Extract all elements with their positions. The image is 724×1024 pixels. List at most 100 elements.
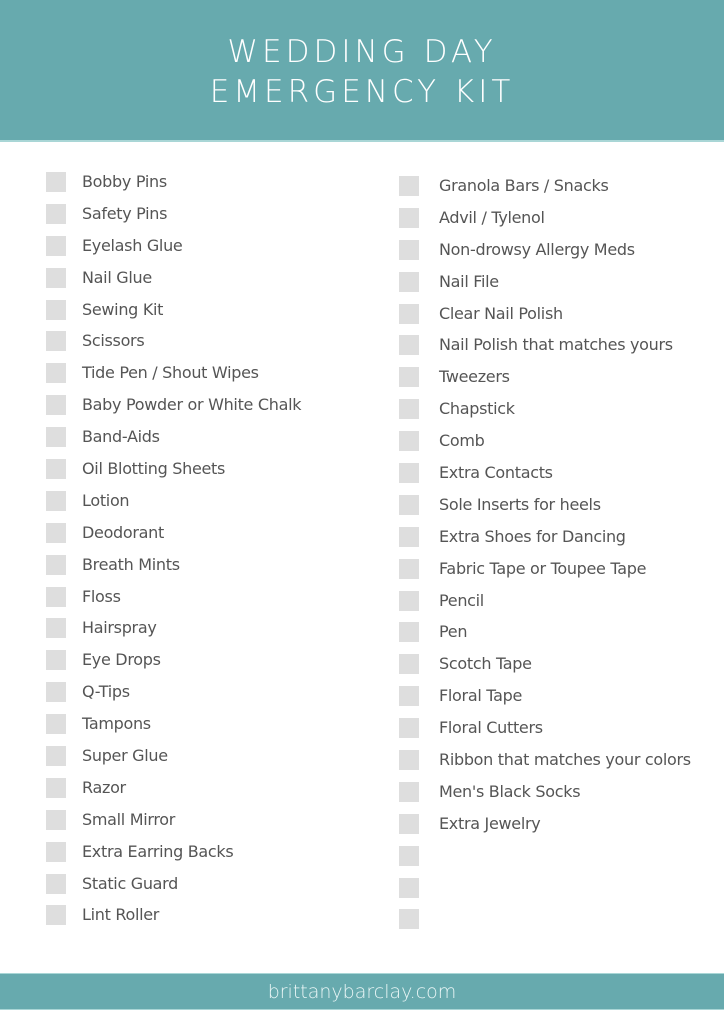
checkbox[interactable] <box>399 494 419 515</box>
checkbox[interactable] <box>46 714 66 735</box>
checkbox[interactable] <box>46 235 66 256</box>
checklist-item: Lint Roller <box>46 899 159 931</box>
checkbox[interactable] <box>399 399 419 420</box>
checklist-item: Advil / Tylenol <box>399 202 545 234</box>
checkbox[interactable] <box>46 427 66 448</box>
checklist-item: Deodorant <box>46 517 164 549</box>
checkbox[interactable] <box>46 395 66 416</box>
checklist-item: Baby Powder or White Chalk <box>46 389 302 421</box>
checkbox[interactable] <box>399 526 419 547</box>
checklist-item-label: Extra Earring Backs <box>82 841 234 861</box>
checklist-item: Eye Drops <box>46 644 161 676</box>
checklist-item-label: Men's Black Socks <box>439 781 581 801</box>
checkbox[interactable] <box>399 813 419 834</box>
checkbox[interactable] <box>399 622 419 643</box>
checkbox[interactable] <box>399 686 419 707</box>
checklist-item-label: Oil Blotting Sheets <box>82 459 226 479</box>
checklist-item-label: Floral Tape <box>439 686 522 706</box>
checkbox[interactable] <box>46 777 66 798</box>
checklist-item: Chapstick <box>399 393 515 425</box>
checklist-item: Clear Nail Polish <box>399 298 563 330</box>
checkbox[interactable] <box>46 267 66 288</box>
checkbox[interactable] <box>399 877 419 898</box>
checkbox[interactable] <box>46 745 66 766</box>
checkbox[interactable] <box>46 203 66 224</box>
checkbox[interactable] <box>399 718 419 739</box>
checkbox[interactable] <box>399 909 419 930</box>
checkbox[interactable] <box>46 905 66 926</box>
checklist-item-label: Nail File <box>439 271 499 291</box>
checklist-item-label: Eye Drops <box>82 650 161 670</box>
checkbox[interactable] <box>399 654 419 675</box>
checklist-item: Small Mirror <box>46 804 175 836</box>
right-checklist: Granola Bars / Snacks Advil / Tylenol Non-… <box>399 170 691 935</box>
checkbox[interactable] <box>46 171 66 192</box>
checklist-item <box>399 840 419 872</box>
checklist-item: Nail File <box>399 266 499 298</box>
checkbox[interactable] <box>46 586 66 607</box>
checklist-item-label: Bobby Pins <box>82 172 167 192</box>
checklist-item <box>399 872 419 904</box>
checklist-item-label: Pencil <box>439 590 484 610</box>
checkbox[interactable] <box>399 558 419 579</box>
checklist-item-label: Pen <box>439 622 468 642</box>
checklist-item-label: Lotion <box>82 490 130 510</box>
checklist-item-label: Tide Pen / Shout Wipes <box>82 363 259 383</box>
checklist-item-label: Non-drowsy Allergy Meds <box>439 239 635 259</box>
checklist-item-label: Deodorant <box>82 522 164 542</box>
title-line-2: EMERGENCY KIT <box>209 74 515 110</box>
checkbox[interactable] <box>399 207 419 228</box>
checkbox[interactable] <box>399 462 419 483</box>
checklist-item-label: Clear Nail Polish <box>439 303 563 323</box>
checkbox[interactable] <box>46 682 66 703</box>
checklist-item-label: Advil / Tylenol <box>439 207 545 227</box>
checklist-item: Scissors <box>46 325 145 357</box>
checkbox[interactable] <box>399 239 419 260</box>
checklist-item-label: Sewing Kit <box>82 299 164 319</box>
checklist-item-label: Extra Shoes for Dancing <box>439 526 626 546</box>
checklist-item: Q-Tips <box>46 676 130 708</box>
checkbox[interactable] <box>46 650 66 671</box>
checkbox[interactable] <box>46 554 66 575</box>
checkbox[interactable] <box>46 809 66 830</box>
checklist-item-label: Static Guard <box>82 873 179 893</box>
checklist-item: Extra Contacts <box>399 457 553 489</box>
checklist-item: Super Glue <box>46 740 168 772</box>
checklist-item: Band-Aids <box>46 421 160 453</box>
header-banner: WEDDING DAY EMERGENCY KIT <box>0 0 724 142</box>
checklist-item-label: Scissors <box>82 331 145 351</box>
checkbox[interactable] <box>46 458 66 479</box>
checklist-item: Razor <box>46 772 126 804</box>
checklist-item-label: Small Mirror <box>82 809 176 829</box>
checkbox[interactable] <box>46 363 66 384</box>
checkbox[interactable] <box>46 522 66 543</box>
checkbox[interactable] <box>46 490 66 511</box>
checkbox[interactable] <box>399 367 419 388</box>
website-link[interactable]: brittanybarclay.com <box>268 981 457 1003</box>
checklist-item-label: Breath Mints <box>82 554 180 574</box>
checkbox[interactable] <box>399 335 419 356</box>
checkbox[interactable] <box>399 749 419 770</box>
checklist-item <box>399 903 419 935</box>
checklist-item: Lotion <box>46 485 130 517</box>
checklist-item: Extra Jewelry <box>399 808 541 840</box>
checkbox[interactable] <box>399 271 419 292</box>
checklist-item-label: Sole Inserts for heels <box>439 494 601 514</box>
checklist-item: Fabric Tape or Toupee Tape <box>399 553 646 585</box>
checkbox[interactable] <box>399 590 419 611</box>
checkbox[interactable] <box>46 299 66 320</box>
checkbox[interactable] <box>399 781 419 802</box>
checklist-item: Static Guard <box>46 868 178 900</box>
checklist-item: Extra Earring Backs <box>46 836 234 868</box>
checklist-item-label: Hairspray <box>82 618 157 638</box>
checklist-item: Nail Glue <box>46 262 152 294</box>
checkbox[interactable] <box>46 618 66 639</box>
checkbox[interactable] <box>46 873 66 894</box>
checkbox[interactable] <box>399 431 419 452</box>
checkbox[interactable] <box>399 303 419 324</box>
checkbox[interactable] <box>46 331 66 352</box>
checkbox[interactable] <box>46 841 66 862</box>
checkbox[interactable] <box>399 175 419 196</box>
checkbox[interactable] <box>399 845 419 866</box>
title-line-1: WEDDING DAY <box>227 34 497 70</box>
